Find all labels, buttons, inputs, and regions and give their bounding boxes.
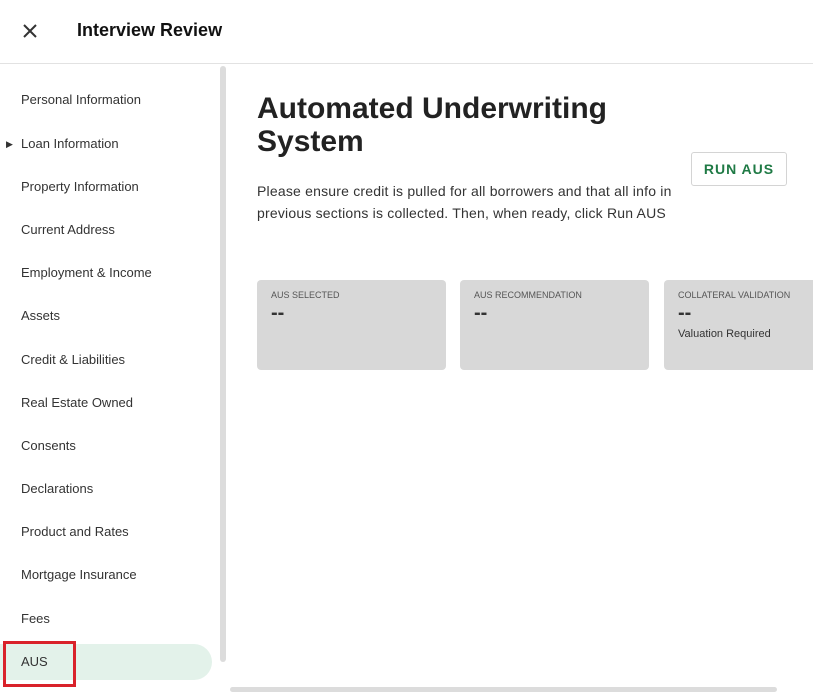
sidebar-item-label: Real Estate Owned: [21, 395, 134, 410]
highlight-annotation: [3, 641, 76, 687]
sidebar-item-personal-information[interactable]: Personal Information: [0, 82, 212, 118]
sidebar-item-label: Property Information: [21, 179, 139, 194]
card-value: --: [474, 302, 488, 324]
sidebar-item-label: Consents: [21, 438, 76, 453]
sidebar-item-label: Employment & Income: [21, 265, 152, 280]
sidebar-item-label: Assets: [21, 308, 61, 323]
sidebar-item-loan-information[interactable]: ▶ Loan Information: [0, 126, 212, 162]
sidebar-item-assets[interactable]: Assets: [0, 298, 212, 334]
sidebar-item-current-address[interactable]: Current Address: [0, 212, 212, 248]
aus-selected-card: AUS SELECTED --: [257, 280, 446, 370]
sidebar-item-label: Product and Rates: [21, 524, 129, 539]
sidebar-scrollbar[interactable]: [220, 66, 226, 662]
caret-right-icon[interactable]: ▶: [6, 126, 13, 162]
sidebar-nav: Personal Information ▶ Loan Information …: [0, 64, 228, 698]
card-value: --: [271, 302, 285, 324]
sidebar-item-real-estate-owned[interactable]: Real Estate Owned: [0, 385, 212, 421]
sidebar-item-product-and-rates[interactable]: Product and Rates: [0, 514, 212, 550]
sidebar-item-mortgage-insurance[interactable]: Mortgage Insurance: [0, 557, 212, 593]
card-label: AUS SELECTED: [271, 290, 340, 300]
sidebar-item-credit-liabilities[interactable]: Credit & Liabilities: [0, 342, 212, 378]
card-value: --: [678, 302, 692, 324]
page-title: Interview Review: [77, 20, 223, 40]
header-bar: Interview Review: [0, 0, 813, 64]
card-label: AUS RECOMMENDATION: [474, 290, 582, 300]
horizontal-scrollbar[interactable]: [230, 687, 777, 692]
sidebar-item-label: Fees: [21, 611, 50, 626]
sidebar-item-property-information[interactable]: Property Information: [0, 169, 212, 205]
aus-recommendation-card: AUS RECOMMENDATION --: [460, 280, 649, 370]
sidebar-item-label: Credit & Liabilities: [21, 352, 126, 367]
sidebar-item-fees[interactable]: Fees: [0, 601, 212, 637]
close-icon[interactable]: [18, 19, 42, 43]
sidebar-item-label: Mortgage Insurance: [21, 567, 137, 582]
card-label: COLLATERAL VALIDATION: [678, 290, 791, 300]
section-title: Automated Underwriting System: [257, 92, 607, 158]
sidebar-item-label: Declarations: [21, 481, 94, 496]
card-note: Valuation Required: [678, 328, 771, 340]
sidebar-item-employment-income[interactable]: Employment & Income: [0, 255, 212, 291]
sidebar-item-consents[interactable]: Consents: [0, 428, 212, 464]
sidebar-item-label: Personal Information: [21, 92, 141, 107]
sidebar-item-label: Current Address: [21, 222, 115, 237]
run-aus-button[interactable]: RUN AUS: [691, 152, 787, 186]
sidebar-item-declarations[interactable]: Declarations: [0, 471, 212, 507]
collateral-validation-card: COLLATERAL VALIDATION -- Valuation Requi…: [664, 280, 813, 370]
section-description: Please ensure credit is pulled for all b…: [257, 183, 672, 221]
sidebar-item-label: Loan Information: [21, 136, 119, 151]
